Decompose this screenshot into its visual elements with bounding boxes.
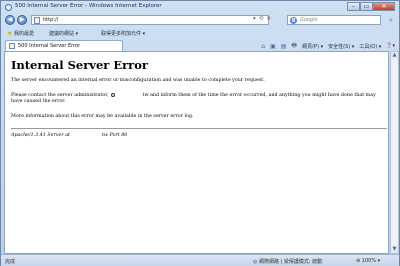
scroll-up-icon[interactable]: ▲ <box>391 52 398 59</box>
suggested-sites-button[interactable]: 建議的網站 ▾ <box>49 30 78 37</box>
page-icon <box>34 17 40 24</box>
address-bar[interactable]: http:// <box>31 15 269 25</box>
favorites-star-icon: ★ <box>7 30 13 37</box>
page-menu[interactable]: 網頁(P) ▾ <box>302 43 323 50</box>
safety-menu[interactable]: 安全性(S) ▾ <box>328 43 354 50</box>
contact-message: Please contact the server administrator,… <box>11 92 376 105</box>
address-tools: ▾ ⟲ ✕ <box>253 16 271 22</box>
close-button[interactable]: ✕ <box>373 2 395 11</box>
vertical-scrollbar[interactable]: ▲ ▼ <box>390 51 399 254</box>
home-icon[interactable]: ⌂ <box>261 43 265 50</box>
tab-label: 500 Internal Server Error <box>18 43 81 49</box>
tab-active[interactable]: 500 Internal Server Error <box>5 40 123 51</box>
window-title: 500 Internal Server Error - Windows Inte… <box>15 3 162 9</box>
minimize-button[interactable]: – <box>347 2 360 11</box>
log-message: More information about this error may be… <box>11 114 194 119</box>
ie-logo-icon <box>5 4 12 11</box>
feeds-icon[interactable]: ▣ <box>270 43 276 50</box>
divider <box>11 128 387 129</box>
search-box[interactable]: g Google ⌕ <box>287 15 393 25</box>
stop-icon[interactable]: ✕ <box>266 16 271 22</box>
print-icon[interactable]: 🖶 <box>291 41 297 51</box>
contact-text-start: Please contact the server administrator, <box>11 93 109 98</box>
tab-page-icon <box>9 43 15 49</box>
redacted-host <box>70 132 102 137</box>
status-bar: 完成 ◍ 網際網路 | 受保護模式: 啟動 ⊕ 100% ▾ <box>1 254 399 266</box>
maximize-button[interactable]: ▭ <box>360 2 373 11</box>
zoom-level: 100% <box>361 258 377 264</box>
help-menu[interactable]: ❓▾ <box>386 43 395 49</box>
title-bar: 500 Internal Server Error - Windows Inte… <box>1 1 399 13</box>
search-icon[interactable]: ⌕ <box>389 16 393 25</box>
zone-label: 網際網路 | 受保護模式: 啟動 <box>258 259 323 265</box>
security-zone[interactable]: ◍ 網際網路 | 受保護模式: 啟動 <box>253 258 322 265</box>
favorites-button[interactable]: ★ 我的最愛 <box>7 30 34 37</box>
get-addons-button[interactable]: 取得更多附加元件 ▾ <box>101 30 145 37</box>
tools-menu[interactable]: 工具(O) ▾ <box>359 43 381 50</box>
address-row: ◀ ▶ http:// ▾ ⟲ ✕ g Google ⌕ <box>1 14 399 26</box>
back-button[interactable]: ◀ <box>5 15 15 25</box>
server-signature: Apache/1.3.41 Server at tw Port 80 <box>11 132 127 138</box>
favorites-label: 我的最愛 <box>13 31 34 37</box>
url-text[interactable]: http:// <box>43 17 58 23</box>
tab-command-bar: 500 Internal Server Error ⌂ ▣ ▤ 🖶 網頁(P) … <box>1 39 399 51</box>
server-signature-end: tw Port 80 <box>101 133 128 138</box>
status-text: 完成 <box>5 259 16 265</box>
window-controls: – ▭ ✕ <box>347 2 395 11</box>
error-message: The server encountered an internal error… <box>11 78 265 83</box>
server-signature-start: Apache/1.3.41 Server at <box>11 133 70 138</box>
mail-icon[interactable]: ▤ <box>281 43 287 50</box>
command-bar: ⌂ ▣ ▤ 🖶 網頁(P) ▾ 安全性(S) ▾ 工具(O) ▾ ❓▾ <box>261 41 395 51</box>
search-placeholder[interactable]: Google <box>300 17 318 23</box>
zoom-control[interactable]: ⊕ 100% ▾ <box>356 258 380 264</box>
scroll-down-icon[interactable]: ▼ <box>391 246 398 253</box>
email-at-icon <box>110 92 115 97</box>
address-dropdown-icon[interactable]: ▾ <box>253 16 256 22</box>
refresh-icon[interactable]: ⟲ <box>259 16 264 22</box>
favorites-bar: ★ 我的最愛 建議的網站 ▾ 取得更多附加元件 ▾ <box>1 28 399 39</box>
page-content: Internal Server Error The server encount… <box>4 51 389 254</box>
page-title: Internal Server Error <box>11 58 148 72</box>
browser-window: 500 Internal Server Error - Windows Inte… <box>0 0 400 266</box>
redacted-email <box>117 92 143 97</box>
forward-button[interactable]: ▶ <box>17 15 27 25</box>
google-icon: g <box>290 17 297 24</box>
